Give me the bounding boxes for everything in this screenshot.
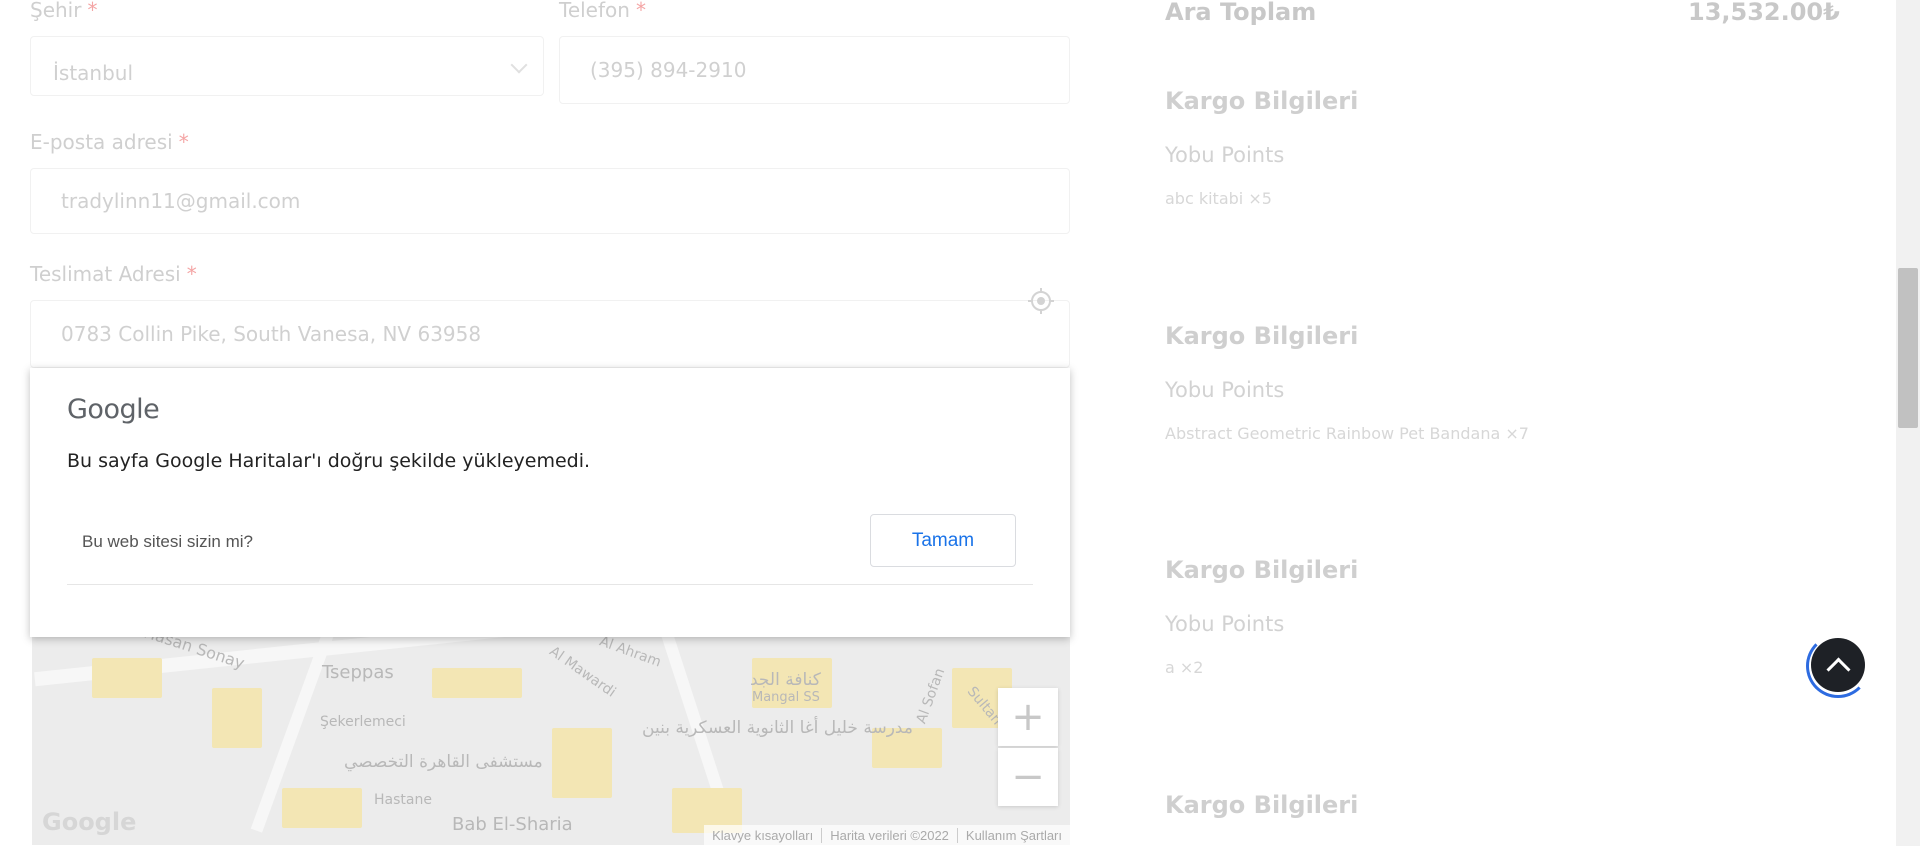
address-label: Teslimat Adresi * [30,262,197,286]
subtotal-value: 13,532.00₺ [1688,0,1840,26]
scrollbar-thumb[interactable] [1898,268,1918,428]
email-value: tradylinn11@gmail.com [61,189,301,213]
city-label: Şehir * [30,0,98,22]
map-label: Şekerlemeci [320,714,406,730]
email-field[interactable]: tradylinn11@gmail.com [30,168,1070,234]
shipping-section-title: Kargo Bilgileri [1165,87,1359,115]
map-label: Al Sofan [913,666,949,726]
phone-value: (395) 894-2910 [590,58,747,82]
map-label: Bab El-Sharia [452,814,573,835]
email-label: E-posta adresi * [30,130,189,154]
phone-label: Telefon * [559,0,646,22]
ok-button[interactable]: Tamam [870,514,1016,567]
terms-link[interactable]: Kullanım Şartları [958,828,1070,843]
google-watermark: Google [42,808,137,836]
crosshair-location-icon[interactable] [1027,287,1055,315]
chevron-down-icon [510,56,528,74]
owner-question: Bu web sitesi sizin mi? [82,532,254,551]
keyboard-shortcuts-link[interactable]: Klavye kısayolları [704,827,823,843]
shipping-section-title: Kargo Bilgileri [1165,791,1359,819]
map-label: Hastane [374,792,432,808]
map-label: Tseppas [322,662,394,683]
subtotal-label: Ara Toplam [1165,0,1317,26]
error-message: Bu sayfa Google Haritalar'ı doğru şekild… [67,450,591,472]
city-select[interactable]: İstanbul [30,36,544,96]
map-footer: Klavye kısayolları Harita verileri ©2022… [704,825,1070,845]
google-logo: Google [67,394,160,425]
shipping-section-subtitle: Yobu Points [1165,612,1285,636]
address-field[interactable]: 0783 Collin Pike, South Vanesa, NV 63958 [30,288,1070,368]
shipping-section-item: abc kitabi ×5 [1165,189,1272,208]
shipping-section-title: Kargo Bilgileri [1165,556,1359,584]
map-label: Al Ahram [597,633,664,671]
shipping-section-subtitle: Yobu Points [1165,143,1285,167]
map-label-arabic: مدرسة خليل أغا الثانوية العسكرية بنين [642,718,913,738]
map-label-arabic: كنافة الجد [750,670,821,690]
map-data-text: Harita verileri ©2022 [822,827,958,843]
shipping-section-title: Kargo Bilgileri [1165,322,1359,350]
dialog-divider [67,584,1033,585]
city-value: İstanbul [53,61,134,85]
shipping-section-item: a ×2 [1165,658,1204,677]
map-label: Mangal SS [752,690,820,705]
map-label-arabic: مستشفى القاهرة التخصصي [344,752,543,772]
arrow-up-icon [1825,656,1851,682]
scroll-to-top-button[interactable] [1811,638,1865,692]
address-value: 0783 Collin Pike, South Vanesa, NV 63958 [61,322,482,346]
map-error-dialog: Google Bu sayfa Google Haritalar'ı doğru… [30,368,1070,637]
shipping-section-subtitle: Yobu Points [1165,378,1285,402]
zoom-in-button[interactable]: + [998,688,1058,746]
shipping-section-item: Abstract Geometric Rainbow Pet Bandana ×… [1165,424,1529,443]
zoom-out-button[interactable]: − [998,748,1058,806]
phone-field[interactable]: (395) 894-2910 [559,36,1070,104]
